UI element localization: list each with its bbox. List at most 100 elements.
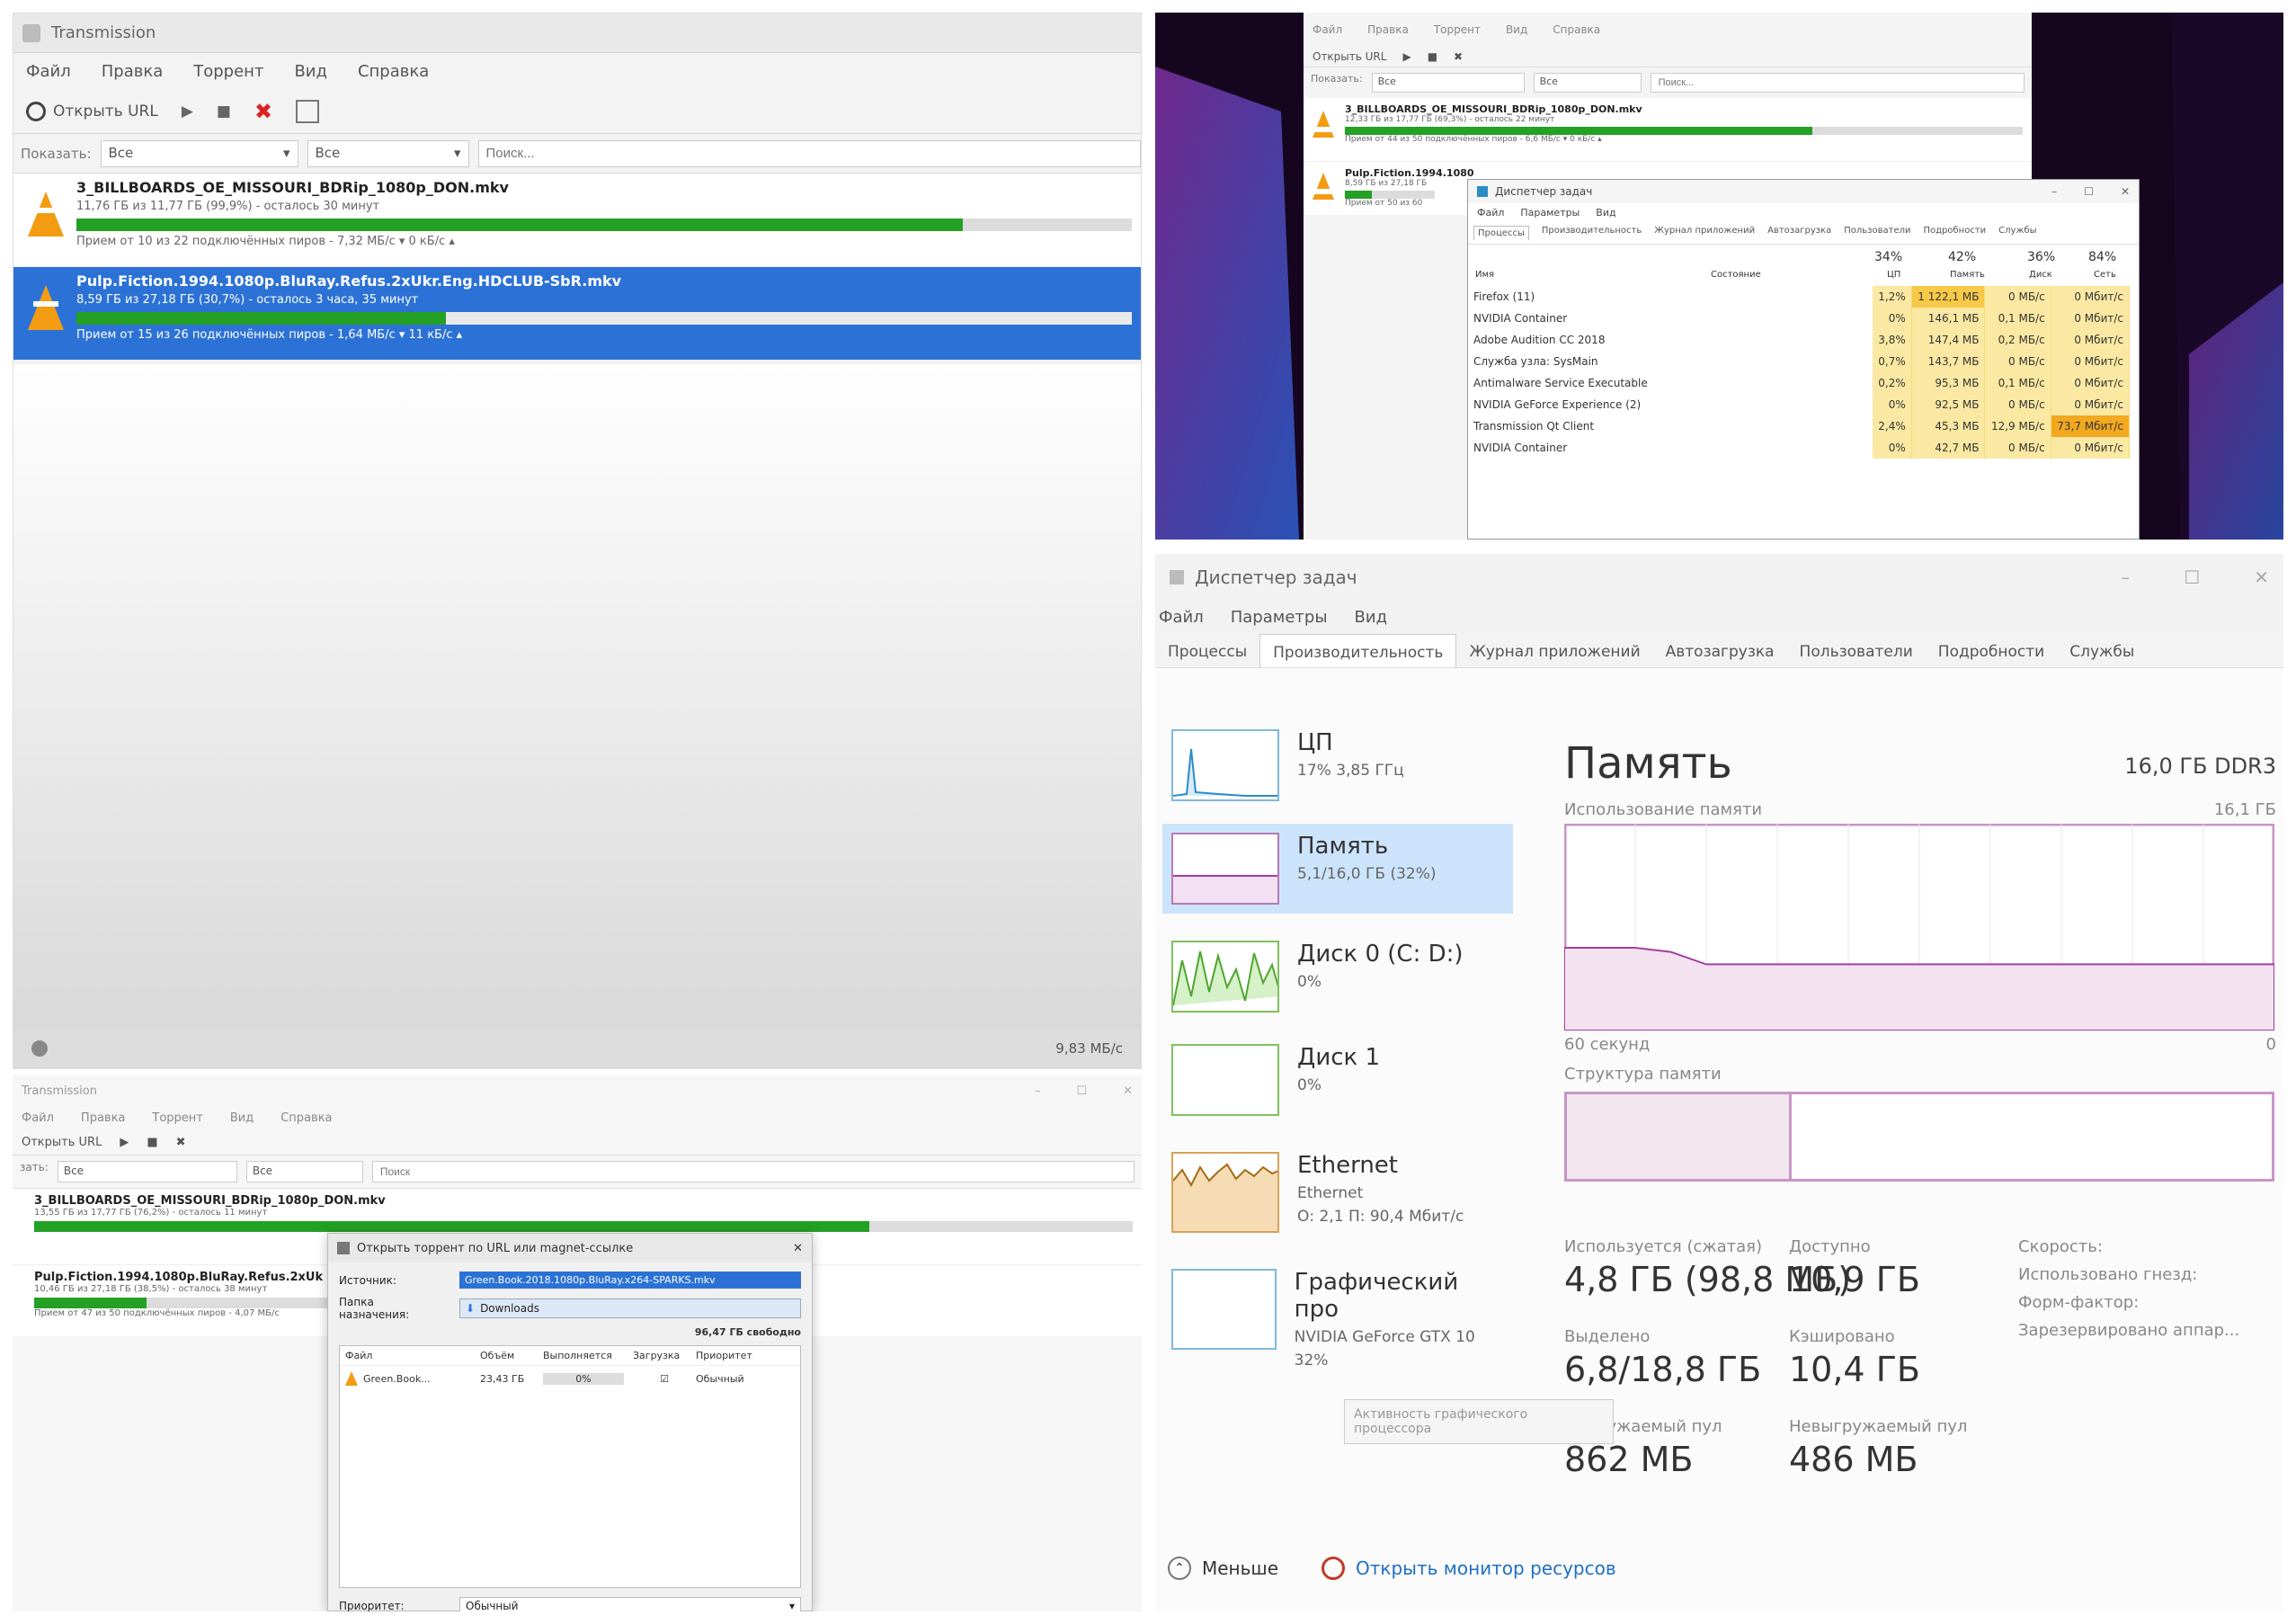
tab-services[interactable]: Службы: [1998, 226, 2036, 240]
resource-monitor-link[interactable]: Открыть монитор ресурсов: [1322, 1557, 1616, 1580]
status-filter[interactable]: Все ▾: [100, 139, 298, 167]
close-icon[interactable]: ✕: [2121, 185, 2130, 198]
maximize-icon[interactable]: ☐: [1076, 1084, 1087, 1098]
col-priority[interactable]: Приоритет: [696, 1350, 752, 1361]
tracker-filter[interactable]: Все ▾: [307, 139, 469, 167]
menu-edit[interactable]: Правка: [102, 62, 164, 81]
close-icon[interactable]: ✕: [793, 1242, 803, 1255]
col-name[interactable]: Имя: [1475, 270, 1494, 280]
tab-details[interactable]: Подробности: [1926, 634, 2057, 667]
tab-performance[interactable]: Производительность: [1542, 226, 1642, 240]
start-icon[interactable]: ▶: [120, 1136, 129, 1149]
close-icon[interactable]: ✕: [1123, 1084, 1133, 1098]
menu-edit[interactable]: Правка: [1367, 23, 1409, 36]
tab-performance[interactable]: Производительность: [1259, 634, 1457, 667]
menu-options[interactable]: Параметры: [1520, 207, 1580, 219]
menu-torrent[interactable]: Торрент: [1434, 23, 1481, 36]
process-row[interactable]: Firefox (11) 1,2% 1 122,1 МБ 0 МБ/с 0 Мбит/с: [1468, 286, 2131, 308]
process-row[interactable]: NVIDIA Container 0% 146,1 МБ 0,1 МБ/с 0 Мбит…: [1468, 308, 2131, 329]
minimize-icon[interactable]: –: [2051, 185, 2057, 198]
menu-file[interactable]: Файл: [1159, 608, 1204, 627]
tab-services[interactable]: Службы: [2057, 634, 2147, 667]
open-url-button[interactable]: Открыть URL: [1313, 50, 1386, 63]
fewer-details-button[interactable]: ⌃ Меньше: [1168, 1557, 1278, 1580]
col-size[interactable]: Объём: [480, 1350, 543, 1361]
search-input[interactable]: [1650, 73, 2025, 93]
col-disk[interactable]: Диск: [2029, 270, 2052, 280]
minimize-icon[interactable]: –: [2121, 567, 2130, 588]
menu-edit[interactable]: Правка: [81, 1111, 125, 1125]
tracker-filter[interactable]: Все: [1533, 73, 1642, 93]
tab-processes[interactable]: Процессы: [1473, 226, 1529, 240]
menu-torrent[interactable]: Торрент: [152, 1111, 202, 1125]
remove-icon[interactable]: ✖: [254, 99, 272, 124]
process-row[interactable]: Transmission Qt Client 2,4% 45,3 МБ 12,9 МБ…: [1468, 415, 2131, 437]
menu-options[interactable]: Параметры: [1231, 608, 1328, 627]
menu-help[interactable]: Справка: [280, 1111, 332, 1125]
close-icon[interactable]: ✕: [2254, 567, 2269, 588]
menu-file[interactable]: Файл: [1477, 207, 1504, 219]
menu-view[interactable]: Вид: [1596, 207, 1615, 219]
perf-item-disk1[interactable]: Диск 1 0%: [1162, 1035, 1513, 1125]
menu-view[interactable]: Вид: [1506, 23, 1527, 36]
menu-help[interactable]: Справка: [358, 62, 429, 81]
menu-help[interactable]: Справка: [1553, 23, 1600, 36]
torrent-row[interactable]: 3_BILLBOARDS_OE_MISSOURI_BDRip_1080p_DON…: [13, 174, 1141, 267]
col-state[interactable]: Состояние: [1711, 270, 1761, 280]
perf-item-cpu[interactable]: ЦП 17% 3,85 ГГц: [1162, 720, 1513, 810]
search-input[interactable]: [371, 1161, 1135, 1182]
col-cpu[interactable]: ЦП: [1887, 270, 1900, 280]
col-memory[interactable]: Память: [1950, 270, 1985, 280]
destination-picker[interactable]: ⬇ Downloads: [459, 1298, 801, 1318]
tab-details[interactable]: Подробности: [1923, 226, 1986, 240]
perf-item-gpu[interactable]: Графический про NVIDIA GeForce GTX 10 32%: [1162, 1260, 1513, 1370]
pause-icon[interactable]: ■: [217, 103, 231, 120]
col-network[interactable]: Сеть: [2094, 270, 2116, 280]
remove-icon[interactable]: ✖: [1454, 50, 1463, 63]
menu-view[interactable]: Вид: [230, 1111, 254, 1125]
tab-startup[interactable]: Автозагрузка: [1767, 226, 1831, 240]
tab-app-history[interactable]: Журнал приложений: [1654, 226, 1755, 240]
col-download[interactable]: Загрузка: [633, 1350, 696, 1361]
menu-view[interactable]: Вид: [294, 62, 327, 81]
search-input[interactable]: [477, 139, 1141, 167]
perf-item-ethernet[interactable]: Ethernet Ethernet О: 2,1 П: 90,4 Мбит/с: [1162, 1143, 1513, 1246]
pause-icon[interactable]: ■: [147, 1136, 157, 1149]
perf-item-disk0[interactable]: Диск 0 (C: D:) 0%: [1162, 932, 1513, 1022]
start-icon[interactable]: ▶: [182, 103, 193, 120]
priority-select[interactable]: Обычный ▾: [459, 1597, 801, 1611]
source-field[interactable]: Green.Book.2018.1080p.BluRay.x264-SPARKS…: [459, 1272, 801, 1289]
status-filter[interactable]: Все: [1371, 73, 1525, 93]
menu-file[interactable]: Файл: [22, 1111, 54, 1125]
tab-app-history[interactable]: Журнал приложений: [1456, 634, 1652, 667]
remove-icon[interactable]: ✖: [176, 1136, 186, 1149]
pause-icon[interactable]: ■: [1428, 50, 1437, 63]
process-row[interactable]: Adobe Audition CC 2018 3,8% 147,4 МБ 0,2 МБ…: [1468, 329, 2131, 351]
menu-file[interactable]: Файл: [1313, 23, 1342, 36]
tracker-filter[interactable]: Все: [245, 1161, 363, 1182]
turtle-icon[interactable]: [31, 1040, 48, 1057]
tab-users[interactable]: Пользователи: [1844, 226, 1910, 240]
download-checkbox[interactable]: ☑: [633, 1373, 696, 1385]
maximize-icon[interactable]: ☐: [2084, 185, 2094, 198]
process-row[interactable]: Служба узла: SysMain 0,7% 143,7 МБ 0 МБ/с 0 …: [1468, 351, 2131, 372]
col-file[interactable]: Файл: [345, 1350, 480, 1361]
tab-processes[interactable]: Процессы: [1155, 634, 1259, 667]
tab-users[interactable]: Пользователи: [1787, 634, 1926, 667]
process-row[interactable]: NVIDIA Container 0% 42,7 МБ 0 МБ/с 0 Мбит/с: [1468, 437, 2131, 459]
process-row[interactable]: NVIDIA GeForce Experience (2) 0% 92,5 МБ 0 …: [1468, 394, 2131, 415]
perf-item-memory[interactable]: Память 5,1/16,0 ГБ (32%): [1162, 824, 1513, 914]
col-done[interactable]: Выполняется: [543, 1350, 633, 1361]
maximize-icon[interactable]: ☐: [2184, 567, 2200, 588]
properties-icon[interactable]: [296, 99, 320, 123]
start-icon[interactable]: ▶: [1402, 50, 1411, 63]
file-priority[interactable]: Обычный: [696, 1373, 744, 1385]
open-url-button[interactable]: Открыть URL: [26, 101, 158, 121]
minimize-icon[interactable]: –: [1035, 1084, 1041, 1098]
torrent-row-selected[interactable]: Pulp.Fiction.1994.1080p.BluRay.Refus.2xU…: [13, 267, 1141, 361]
file-row[interactable]: Green.Book... 23,43 ГБ 0% ☑ Обычный: [340, 1366, 800, 1391]
tab-startup[interactable]: Автозагрузка: [1653, 634, 1787, 667]
status-filter[interactable]: Все: [57, 1161, 237, 1182]
menu-view[interactable]: Вид: [1355, 608, 1388, 627]
process-row[interactable]: Antimalware Service Executable 0,2% 95,3 М…: [1468, 372, 2131, 394]
